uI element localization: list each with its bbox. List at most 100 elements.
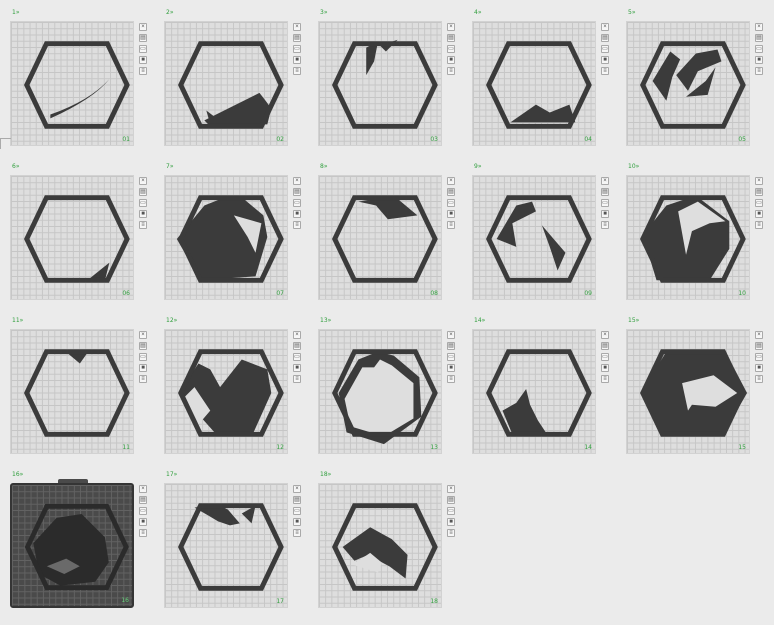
plate-04[interactable]: 4» 04 × ▤ ▭ ■ ≡ bbox=[472, 9, 610, 159]
plate-bed[interactable]: 01 bbox=[10, 21, 134, 146]
plate-bed[interactable]: 12 bbox=[164, 329, 288, 454]
lock-icon[interactable]: ■ bbox=[755, 364, 763, 372]
plate-01[interactable]: 1» 01 × ▤ ▭ ■ ≡ bbox=[10, 9, 148, 159]
close-icon[interactable]: × bbox=[293, 331, 301, 339]
close-icon[interactable]: × bbox=[601, 331, 609, 339]
close-icon[interactable]: × bbox=[447, 177, 455, 185]
lock-icon[interactable]: ■ bbox=[139, 56, 147, 64]
arrange-icon[interactable]: ▤ bbox=[293, 188, 301, 196]
close-icon[interactable]: × bbox=[447, 331, 455, 339]
plate-bed[interactable]: 09 bbox=[472, 175, 596, 300]
lock-icon[interactable]: ■ bbox=[293, 56, 301, 64]
orient-icon[interactable]: ▭ bbox=[755, 353, 763, 361]
close-icon[interactable]: × bbox=[755, 331, 763, 339]
plate-18[interactable]: 18» 18 × ▤ ▭ ■ ≡ bbox=[318, 471, 456, 621]
orient-icon[interactable]: ▭ bbox=[139, 45, 147, 53]
settings-icon[interactable]: ≡ bbox=[293, 529, 301, 537]
lock-icon[interactable]: ■ bbox=[293, 364, 301, 372]
plate-bed[interactable]: 08 bbox=[318, 175, 442, 300]
settings-icon[interactable]: ≡ bbox=[601, 67, 609, 75]
arrange-icon[interactable]: ▤ bbox=[139, 34, 147, 42]
plate-02[interactable]: 2» 02 × ▤ ▭ ■ ≡ bbox=[164, 9, 302, 159]
plate-bed[interactable]: 02 bbox=[164, 21, 288, 146]
plate-13[interactable]: 13» 13 × ▤ ▭ ■ ≡ bbox=[318, 317, 456, 467]
plate-bed[interactable]: 11 bbox=[10, 329, 134, 454]
settings-icon[interactable]: ≡ bbox=[139, 221, 147, 229]
close-icon[interactable]: × bbox=[293, 485, 301, 493]
orient-icon[interactable]: ▭ bbox=[447, 45, 455, 53]
close-icon[interactable]: × bbox=[293, 177, 301, 185]
lock-icon[interactable]: ■ bbox=[293, 210, 301, 218]
settings-icon[interactable]: ≡ bbox=[139, 67, 147, 75]
arrange-icon[interactable]: ▤ bbox=[601, 342, 609, 350]
settings-icon[interactable]: ≡ bbox=[447, 529, 455, 537]
orient-icon[interactable]: ▭ bbox=[447, 199, 455, 207]
plate-bed[interactable]: 05 bbox=[626, 21, 750, 146]
close-icon[interactable]: × bbox=[139, 485, 147, 493]
orient-icon[interactable]: ▭ bbox=[293, 507, 301, 515]
orient-icon[interactable]: ▭ bbox=[601, 199, 609, 207]
close-icon[interactable]: × bbox=[139, 177, 147, 185]
lock-icon[interactable]: ■ bbox=[139, 518, 147, 526]
plate-06[interactable]: 6» 06 × ▤ ▭ ■ ≡ bbox=[10, 163, 148, 313]
orient-icon[interactable]: ▭ bbox=[139, 199, 147, 207]
close-icon[interactable]: × bbox=[755, 177, 763, 185]
orient-icon[interactable]: ▭ bbox=[755, 45, 763, 53]
plate-bed[interactable]: 04 bbox=[472, 21, 596, 146]
plate-14[interactable]: 14» 14 × ▤ ▭ ■ ≡ bbox=[472, 317, 610, 467]
close-icon[interactable]: × bbox=[447, 485, 455, 493]
plate-16[interactable]: 16» 16 × ▤ ▭ ■ ≡ bbox=[10, 471, 148, 621]
arrange-icon[interactable]: ▤ bbox=[293, 34, 301, 42]
lock-icon[interactable]: ■ bbox=[447, 518, 455, 526]
settings-icon[interactable]: ≡ bbox=[447, 221, 455, 229]
close-icon[interactable]: × bbox=[601, 177, 609, 185]
plate-05[interactable]: 5» 05 × ▤ ▭ ■ ≡ bbox=[626, 9, 764, 159]
settings-icon[interactable]: ≡ bbox=[139, 375, 147, 383]
plate-07[interactable]: 7» 07 × ▤ ▭ ■ ≡ bbox=[164, 163, 302, 313]
arrange-icon[interactable]: ▤ bbox=[139, 342, 147, 350]
plate-08[interactable]: 8» 08 × ▤ ▭ ■ ≡ bbox=[318, 163, 456, 313]
plate-03[interactable]: 3» 03 × ▤ ▭ ■ ≡ bbox=[318, 9, 456, 159]
plate-10[interactable]: 10» 10 × ▤ ▭ ■ ≡ bbox=[626, 163, 764, 313]
plate-12[interactable]: 12» 12 × ▤ ▭ ■ ≡ bbox=[164, 317, 302, 467]
settings-icon[interactable]: ≡ bbox=[755, 375, 763, 383]
arrange-icon[interactable]: ▤ bbox=[447, 342, 455, 350]
arrange-icon[interactable]: ▤ bbox=[139, 496, 147, 504]
settings-icon[interactable]: ≡ bbox=[601, 375, 609, 383]
arrange-icon[interactable]: ▤ bbox=[293, 342, 301, 350]
lock-icon[interactable]: ■ bbox=[139, 364, 147, 372]
arrange-icon[interactable]: ▤ bbox=[755, 34, 763, 42]
plate-bed[interactable]: 03 bbox=[318, 21, 442, 146]
settings-icon[interactable]: ≡ bbox=[293, 67, 301, 75]
plate-15[interactable]: 15» 15 × ▤ ▭ ■ ≡ bbox=[626, 317, 764, 467]
close-icon[interactable]: × bbox=[447, 23, 455, 31]
lock-icon[interactable]: ■ bbox=[601, 364, 609, 372]
settings-icon[interactable]: ≡ bbox=[139, 529, 147, 537]
arrange-icon[interactable]: ▤ bbox=[139, 188, 147, 196]
close-icon[interactable]: × bbox=[139, 23, 147, 31]
arrange-icon[interactable]: ▤ bbox=[755, 342, 763, 350]
close-icon[interactable]: × bbox=[755, 23, 763, 31]
lock-icon[interactable]: ■ bbox=[755, 56, 763, 64]
lock-icon[interactable]: ■ bbox=[447, 364, 455, 372]
close-icon[interactable]: × bbox=[139, 331, 147, 339]
arrange-icon[interactable]: ▤ bbox=[447, 496, 455, 504]
arrange-icon[interactable]: ▤ bbox=[755, 188, 763, 196]
plate-bed[interactable]: 18 bbox=[318, 483, 442, 608]
plate-bed[interactable]: 07 bbox=[164, 175, 288, 300]
plate-bed[interactable]: 16 bbox=[10, 483, 134, 608]
lock-icon[interactable]: ■ bbox=[601, 210, 609, 218]
plate-17[interactable]: 17» 17 × ▤ ▭ ■ ≡ bbox=[164, 471, 302, 621]
plate-09[interactable]: 9» 09 × ▤ ▭ ■ ≡ bbox=[472, 163, 610, 313]
arrange-icon[interactable]: ▤ bbox=[447, 34, 455, 42]
arrange-icon[interactable]: ▤ bbox=[601, 34, 609, 42]
settings-icon[interactable]: ≡ bbox=[755, 67, 763, 75]
settings-icon[interactable]: ≡ bbox=[601, 221, 609, 229]
plate-bed[interactable]: 15 bbox=[626, 329, 750, 454]
orient-icon[interactable]: ▭ bbox=[447, 353, 455, 361]
orient-icon[interactable]: ▭ bbox=[447, 507, 455, 515]
lock-icon[interactable]: ■ bbox=[447, 56, 455, 64]
orient-icon[interactable]: ▭ bbox=[139, 353, 147, 361]
close-icon[interactable]: × bbox=[601, 23, 609, 31]
plate-bed[interactable]: 14 bbox=[472, 329, 596, 454]
